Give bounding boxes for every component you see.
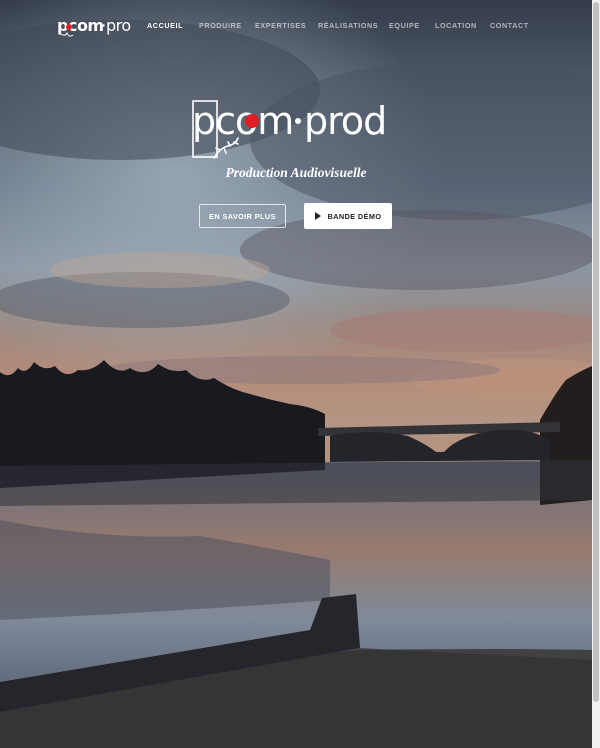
scrollbar-thumb[interactable] — [593, 2, 599, 702]
brand-logo: pcom prod — [190, 96, 404, 162]
learn-more-button[interactable]: EN SAVOIR PLUS — [199, 204, 286, 228]
menu-item-contact[interactable]: CONTACT — [490, 21, 529, 30]
svg-text:prod: prod — [304, 99, 386, 143]
svg-text:pcom: pcom — [192, 99, 293, 143]
pcom-prod-logo-icon: pcom prod — [192, 99, 387, 159]
menu-item-location[interactable]: LOCATION — [435, 21, 477, 30]
nav-logo[interactable]: pcom prod — [57, 13, 131, 39]
page-scrollbar[interactable] — [592, 0, 600, 748]
pcom-logo-icon: pcom prod — [57, 16, 131, 37]
tagline: Production Audiovisuelle — [225, 165, 367, 180]
play-icon — [314, 212, 321, 220]
menu-item-accueil[interactable]: ACCUEIL — [147, 21, 183, 30]
svg-text:pcom: pcom — [57, 16, 104, 35]
menu-item-equipe[interactable]: EQUIPE — [389, 21, 420, 30]
demo-reel-label: BANDE DÉMO — [327, 211, 382, 221]
menu-item-produire[interactable]: PRODUIRE — [199, 21, 242, 30]
top-navbar: pcom prod ACCUEIL PRODUIRE EXPERTISES RÉ… — [0, 0, 592, 54]
menu-item-realisations[interactable]: RÉALISATIONS — [318, 21, 378, 30]
hero-section: pcom prod ACCUEIL PRODUIRE EXPERTISES RÉ… — [0, 0, 592, 748]
svg-text:prod: prod — [106, 16, 131, 35]
learn-more-label: EN SAVOIR PLUS — [209, 211, 276, 221]
menu-item-expertises[interactable]: EXPERTISES — [255, 21, 306, 30]
demo-reel-button[interactable]: BANDE DÉMO — [304, 203, 392, 229]
